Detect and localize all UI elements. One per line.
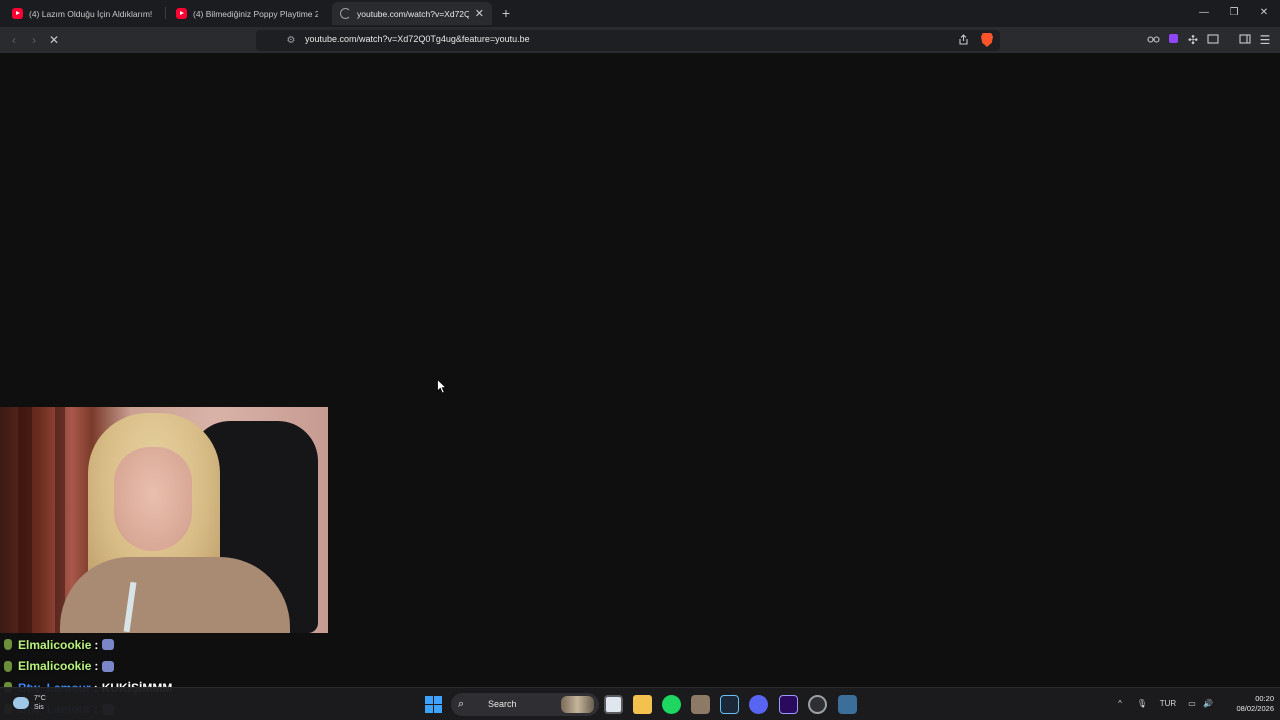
streamer-shirt <box>60 557 290 633</box>
language-indicator[interactable]: TUR <box>1156 698 1180 710</box>
tab-label: (4) Lazım Olduğu İçin Aldıklarım! Top <box>29 8 154 19</box>
clock-time: 00:20 <box>1255 694 1274 703</box>
volume-icon[interactable]: 🔊 <box>1201 698 1215 710</box>
streamer-face <box>114 447 192 551</box>
minimize-button[interactable]: — <box>1194 4 1214 22</box>
brave-shields-icon[interactable] <box>981 33 993 47</box>
vpn-icon[interactable] <box>1145 32 1161 48</box>
windows-logo-pane <box>425 705 433 713</box>
chat-separator: : <box>94 637 99 652</box>
webcam-overlay <box>0 407 328 633</box>
close-tab-icon[interactable]: ✕ <box>475 7 484 20</box>
clock-date: 08/02/2026 <box>1236 704 1274 713</box>
weather-widget[interactable]: 7°C Sis <box>34 694 46 712</box>
calculator-icon[interactable] <box>838 695 857 714</box>
spotify-icon[interactable] <box>662 695 681 714</box>
tab-label: youtube.com/watch?v=Xd72Q0 <box>357 8 469 19</box>
browser-toolbar: ‹ › ✕ ⚙ youtube.com/watch?v=Xd72Q0Tg4ug&… <box>0 27 1280 54</box>
weather-condition: Sis <box>34 704 44 711</box>
tab-lazim-oldugu[interactable]: (4) Lazım Olduğu İçin Aldıklarım! Top <box>4 2 162 25</box>
site-info-icon[interactable]: ⚙ <box>283 33 299 49</box>
chat-message: Elmalicookie: <box>4 656 324 678</box>
new-tab-button[interactable]: + <box>498 4 514 22</box>
search-highlight-image <box>561 696 594 713</box>
start-button[interactable] <box>425 696 442 713</box>
tab-poppy-playtime[interactable]: (4) Bilmediğiniz Poppy Playtime 2 Hil <box>168 2 326 25</box>
restore-button[interactable]: ❐ <box>1224 4 1244 22</box>
chat-message: Elmalicookie: <box>4 634 324 656</box>
tab-strip: (4) Lazım Olduğu İçin Aldıklarım! Top (4… <box>0 0 1280 27</box>
discord-icon[interactable] <box>749 695 768 714</box>
weather-fog-icon[interactable] <box>13 697 29 709</box>
stop-loading-button[interactable]: ✕ <box>46 32 62 48</box>
extensions-puzzle-icon[interactable]: ✣ <box>1185 32 1201 48</box>
curtain-fold <box>18 407 32 633</box>
chat-username: Elmalicookie <box>18 659 92 674</box>
obs-icon[interactable] <box>808 695 827 714</box>
forward-button[interactable]: › <box>26 32 42 48</box>
menu-hamburger-icon[interactable]: ☰ <box>1257 32 1273 48</box>
sidebar-toggle-icon[interactable] <box>1237 32 1253 48</box>
taskbar-search[interactable]: ⌕ Search <box>451 693 599 716</box>
weather-temp: 7°C <box>34 695 46 702</box>
chat-emote-icon <box>102 660 115 672</box>
chat-emote-icon <box>102 639 115 651</box>
address-bar[interactable]: ⚙ youtube.com/watch?v=Xd72Q0Tg4ug&featur… <box>256 30 1000 51</box>
search-icon: ⌕ <box>458 698 465 710</box>
share-icon[interactable] <box>955 33 971 49</box>
microphone-icon[interactable]: 🎙 <box>1135 698 1149 710</box>
youtube-icon <box>12 8 23 19</box>
chat-separator: : <box>94 659 99 674</box>
chat-badge-icon <box>4 660 12 672</box>
windows-logo-pane <box>434 705 442 713</box>
network-icon[interactable]: ▭ <box>1185 698 1199 710</box>
tab-separator <box>165 7 166 19</box>
windows-logo-pane <box>434 696 442 704</box>
chat-username: Elmalicookie <box>18 637 92 652</box>
streaming-app-icon[interactable] <box>691 695 710 714</box>
youtube-icon <box>176 8 187 19</box>
screen: (4) Lazım Olduğu İçin Aldıklarım! Top (4… <box>0 0 1280 720</box>
taskbar: 7°C Sis ⌕ Search ^ 🎙 TUR ▭ 🔊 00:20 08/02… <box>0 687 1280 720</box>
system-clock[interactable]: 00:20 08/02/2026 <box>1222 694 1274 714</box>
extension-twitch-icon[interactable] <box>1165 32 1181 48</box>
steam-icon[interactable] <box>720 695 739 714</box>
url-text: youtube.com/watch?v=Xd72Q0Tg4ug&feature=… <box>305 34 530 44</box>
task-view-icon[interactable] <box>604 695 623 714</box>
screenshot-icon[interactable] <box>1205 32 1221 48</box>
chat-badge-icon <box>4 639 12 651</box>
windows-logo-icon <box>425 696 433 704</box>
show-hidden-icons-chevron-icon[interactable]: ^ <box>1114 698 1126 710</box>
curtain-fold <box>55 407 65 633</box>
back-button[interactable]: ‹ <box>6 32 22 48</box>
file-explorer-icon[interactable] <box>633 695 652 714</box>
tab-label: (4) Bilmediğiniz Poppy Playtime 2 Hil <box>193 8 318 19</box>
close-window-button[interactable]: ✕ <box>1254 4 1274 22</box>
premiere-pro-icon[interactable] <box>779 695 798 714</box>
search-label: Search <box>488 699 517 709</box>
tab-active-youtube[interactable]: youtube.com/watch?v=Xd72Q0 ✕ <box>332 2 492 25</box>
loading-icon <box>340 8 351 19</box>
